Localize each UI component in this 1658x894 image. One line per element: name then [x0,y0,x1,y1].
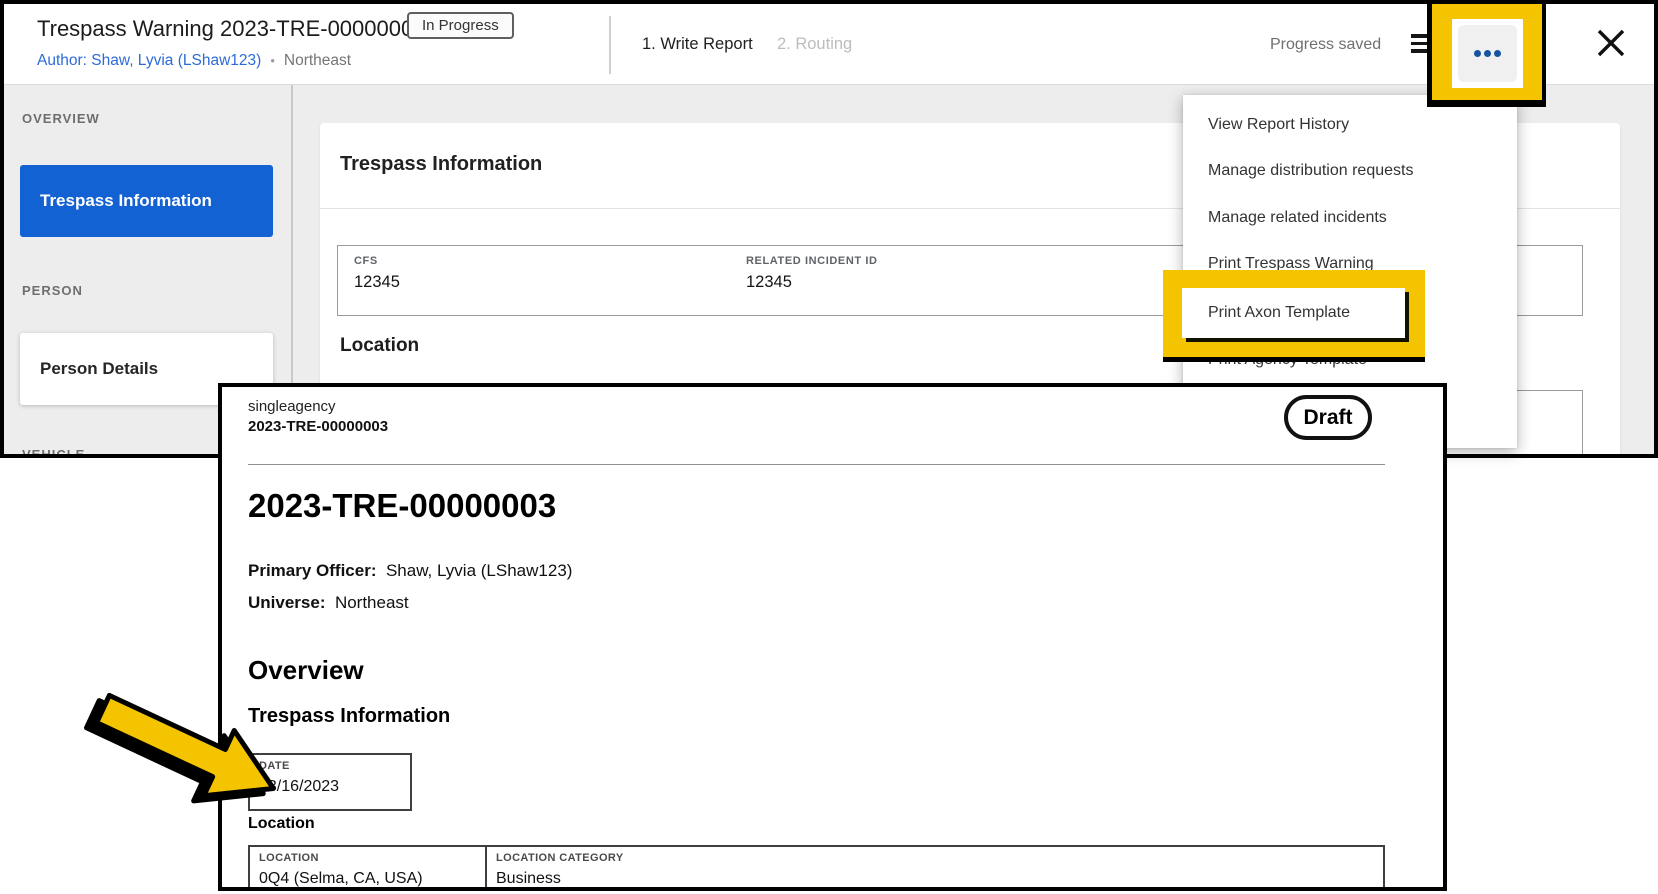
doc-location-category-label: LOCATION CATEGORY [496,852,624,864]
author-row: Author: Shaw, Lyvia (LShaw123) • Northeast [37,52,351,70]
doc-location-category-field: LOCATION CATEGORY Business [487,845,1385,887]
menu-item-manage-related-incidents[interactable]: Manage related incidents [1208,206,1387,230]
status-badge: In Progress [407,12,514,39]
sidebar-section-vehicle: VEHICLE [22,447,86,458]
primary-officer-value: Shaw, Lyvia (LShaw123) [385,561,573,580]
author-link[interactable]: Author: Shaw, Lyvia (LShaw123) [37,52,261,69]
draft-status-badge: Draft [1284,395,1372,440]
close-icon[interactable] [1595,27,1627,59]
doc-agency-name: singleagency [248,398,336,415]
cfs-field-label: CFS [354,255,378,267]
ellipsis-dot [1484,50,1491,57]
doc-header-divider [248,464,1385,465]
sidebar-item-label: Trespass Information [40,191,212,210]
doc-location-value: 0Q4 (Selma, CA, USA) [259,870,423,887]
doc-title: 2023-TRE-00000003 [248,487,557,524]
cfs-field[interactable]: CFS 12345 [337,245,731,316]
doc-report-id: 2023-TRE-00000003 [248,418,389,435]
sidebar-item-label: Person Details [40,359,159,378]
related-incident-id-label: RELATED INCIDENT ID [746,255,878,267]
tab-write-report[interactable]: 1. Write Report [642,35,753,54]
ellipsis-dot [1474,50,1481,57]
bullet-separator: • [270,53,275,68]
universe-value: Northeast [334,593,409,612]
doc-location-field: LOCATION 0Q4 (Selma, CA, USA) [248,845,487,887]
sidebar-section-overview: OVERVIEW [22,111,100,126]
progress-saved-label: Progress saved [1270,36,1382,53]
doc-location-label: LOCATION [259,852,319,864]
region-label: Northeast [283,52,352,69]
menu-item-print-axon-template-highlighted[interactable]: Print Axon Template [1182,288,1405,338]
screenshot-stage: Trespass Warning 2023-TRE-00000002 In Pr… [0,0,1658,894]
more-options-button[interactable] [1458,25,1517,82]
app-header: Trespass Warning 2023-TRE-00000002 In Pr… [4,4,1654,85]
primary-officer-label: Primary Officer: [248,561,377,580]
related-incident-id-value: 12345 [746,273,792,291]
highlight-box-more-options [1432,4,1542,100]
tab-routing[interactable]: 2. Routing [777,35,852,54]
menu-item-manage-distribution-requests[interactable]: Manage distribution requests [1208,159,1413,183]
doc-location-category-value: Business [496,870,561,887]
page-title: Trespass Warning 2023-TRE-00000002 [37,16,426,41]
menu-item-view-report-history[interactable]: View Report History [1208,113,1349,137]
ellipsis-dot [1494,50,1501,57]
highlight-inner [1452,19,1523,88]
sidebar-section-person: PERSON [22,283,83,298]
location-section-heading: Location [340,335,420,356]
doc-primary-officer-line: Primary Officer: Shaw, Lyvia (LShaw123) [248,561,572,581]
print-preview-document: singleagency 2023-TRE-00000003 Draft 202… [218,383,1447,891]
sidebar-item-trespass-information[interactable]: Trespass Information [20,165,273,237]
universe-label: Universe: [248,593,326,612]
cfs-field-value: 12345 [354,273,400,291]
doc-universe-line: Universe: Northeast [248,593,409,613]
header-divider [609,16,611,74]
arrow-annotation-icon [84,692,276,804]
panel-title: Trespass Information [340,153,543,175]
highlight-box-print-axon-template: Print Axon Template [1163,270,1425,357]
